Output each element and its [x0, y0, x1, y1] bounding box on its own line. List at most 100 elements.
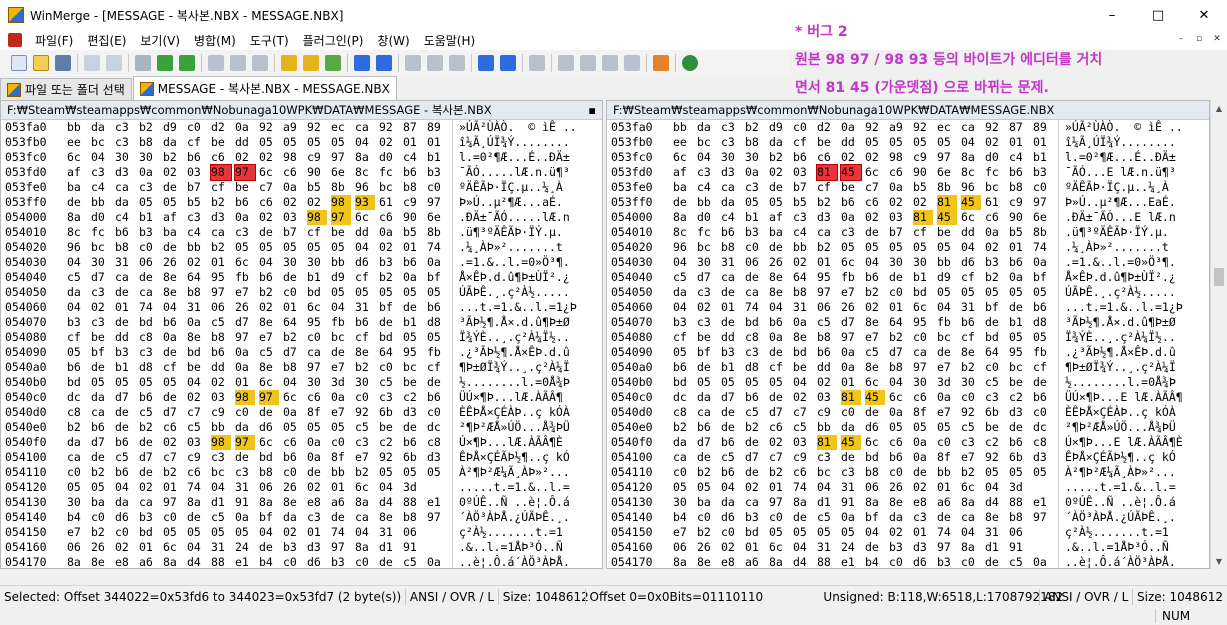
ascii-text[interactable]: ²¶Þ²ÆÅ»ÚÖ...Å¾ÞÜ	[1065, 420, 1176, 435]
hex-byte[interactable]: 05	[427, 330, 447, 345]
hex-byte[interactable]: c3	[211, 450, 231, 465]
hex-byte[interactable]: de	[769, 180, 789, 195]
ascii-text[interactable]: l.=0²¶Æ...É..ÐÄ±	[1065, 150, 1176, 165]
hex-row[interactable]: 054010 8c fc b6 b3 ba c4 ca c3 de b7 cf be dd 0a b5 8b .ü…	[607, 225, 1209, 240]
ascii-text[interactable]: ÜÚ×¶Þ...lÆ.ÀÃÂ¶	[459, 390, 563, 405]
hex-byte[interactable]: 6c	[865, 165, 885, 180]
hex-byte[interactable]: 97	[163, 495, 183, 510]
hex-byte[interactable]: d7	[841, 315, 861, 330]
hex-byte[interactable]: d9	[769, 120, 789, 135]
hex-byte[interactable]: 05	[331, 420, 351, 435]
hex-byte[interactable]: c8	[745, 330, 765, 345]
hex-row[interactable]: 053fc0 6c 04 30 30 b2 b6 c6 02 02 98 c9 97 8a d0 c4 b1 l.…	[1, 150, 602, 165]
hex-byte[interactable]: d7	[745, 450, 765, 465]
hex-byte[interactable]: ba	[697, 495, 717, 510]
hex-byte[interactable]: 06	[1009, 525, 1029, 540]
hex-byte[interactable]: 8a	[355, 540, 375, 555]
hex-byte[interactable]: 98	[889, 150, 909, 165]
hex-row[interactable]: 054110 c0 b2 b6 de b2 c6 bc c3 b8 c0 de bb b2 05 05 05 À²…	[607, 465, 1209, 480]
hex-byte[interactable]: bc	[403, 360, 423, 375]
hex-byte[interactable]: dc	[1033, 420, 1053, 435]
hex-byte[interactable]: 06	[673, 540, 693, 555]
hex-byte[interactable]: 04	[163, 300, 183, 315]
hex-byte[interactable]: b3	[1033, 165, 1053, 180]
hex-byte[interactable]: 05	[259, 240, 279, 255]
hex-byte[interactable]: bb	[331, 465, 351, 480]
hex-byte[interactable]: 04	[793, 540, 813, 555]
hex-byte[interactable]: b2	[817, 240, 837, 255]
hex-byte[interactable]: 97	[307, 360, 327, 375]
hex-byte[interactable]: e7	[259, 330, 279, 345]
hex-byte[interactable]: 91	[235, 495, 255, 510]
hex-byte[interactable]: d7	[769, 405, 789, 420]
hex-byte[interactable]: 04	[379, 480, 399, 495]
hex-byte[interactable]: 0a	[379, 225, 399, 240]
hex-byte[interactable]: b2	[769, 465, 789, 480]
hex-byte[interactable]: 90	[913, 165, 933, 180]
hex-byte[interactable]: b2	[163, 465, 183, 480]
hex-byte[interactable]: bb	[793, 240, 813, 255]
hex-byte[interactable]: 04	[355, 135, 375, 150]
ascii-text[interactable]: .....t.=1.&..l.=	[1065, 480, 1176, 495]
ascii-text[interactable]: .¼¸ÀÞ»².......t	[459, 240, 563, 255]
hex-byte[interactable]: b6	[187, 150, 207, 165]
ascii-text[interactable]: .=1.&..l.=0»Ö³¶.	[459, 255, 570, 270]
hex-byte[interactable]: b6	[91, 420, 111, 435]
hex-byte[interactable]: c5	[211, 315, 231, 330]
hex-byte[interactable]: 02	[769, 435, 789, 450]
hex-byte[interactable]: a9	[283, 120, 303, 135]
hex-byte[interactable]: c0	[283, 285, 303, 300]
hex-byte[interactable]: b6	[1009, 165, 1029, 180]
hex-byte[interactable]: de	[937, 345, 957, 360]
hex-byte[interactable]: b8	[793, 285, 813, 300]
hex-byte[interactable]: b6	[139, 390, 159, 405]
hex-byte[interactable]: 26	[697, 540, 717, 555]
hex-byte[interactable]: d6	[307, 555, 327, 568]
hex-row[interactable]: 053fa0 bb da c3 b2 d9 c0 d2 0a 92 a9 92 ec ca 92 87 89 »Ú…	[1, 120, 602, 135]
hex-byte[interactable]: 95	[307, 315, 327, 330]
hex-byte[interactable]: d2	[817, 120, 837, 135]
hex-byte[interactable]: bc	[331, 330, 351, 345]
ascii-text[interactable]: .=1.&..l.=0»Ö³¶.	[1065, 255, 1176, 270]
hex-row[interactable]: 054090 05 bf b3 c3 de bd b6 0a c5 d7 ca de 8e 64 95 fb .¿…	[1, 345, 602, 360]
hex-byte[interactable]: 31	[115, 255, 135, 270]
hex-byte[interactable]: c6	[379, 210, 399, 225]
hex-byte[interactable]: c5	[67, 270, 87, 285]
hex-byte[interactable]: 05	[793, 525, 813, 540]
hex-byte[interactable]: b5	[187, 195, 207, 210]
hex-byte[interactable]: 0a	[841, 210, 861, 225]
hex-byte[interactable]: 6c	[259, 435, 279, 450]
hex-byte[interactable]: c0	[187, 120, 207, 135]
hex-byte[interactable]: 3d	[331, 375, 351, 390]
hex-byte[interactable]: b8	[211, 330, 231, 345]
ascii-text[interactable]: Ú×¶Þ...E lÆ.ÀÃÂ¶È	[1065, 435, 1183, 450]
hex-row[interactable]: 0540e0 b2 b6 de b2 c6 c5 bb da d6 05 05 05 c5 be de dc ²¶…	[1, 420, 602, 435]
hex-row[interactable]: 0540e0 b2 b6 de b2 c6 c5 bb da d6 05 05 05 c5 be de dc ²¶…	[607, 420, 1209, 435]
hex-byte[interactable]: da	[721, 495, 741, 510]
hex-byte[interactable]: 02	[865, 300, 885, 315]
hex-byte[interactable]: de	[163, 180, 183, 195]
ascii-text[interactable]: ºÄÊÃÞ·ÏÇ.µ..¼¸À	[1065, 180, 1169, 195]
hex-byte[interactable]: b6	[403, 165, 423, 180]
hex-byte[interactable]: 02	[211, 375, 231, 390]
hex-byte[interactable]: 02	[985, 240, 1005, 255]
hex-byte[interactable]: cf	[913, 225, 933, 240]
hex-byte[interactable]: c3	[697, 285, 717, 300]
hex-byte[interactable]: 01	[283, 300, 303, 315]
hex-byte[interactable]: e8	[721, 555, 741, 568]
hex-byte[interactable]: de	[139, 465, 159, 480]
hex-byte[interactable]: 04	[961, 525, 981, 540]
hex-byte[interactable]: 05	[379, 465, 399, 480]
hex-byte[interactable]: 01	[769, 480, 789, 495]
hex-byte[interactable]: c3	[697, 165, 717, 180]
hex-byte[interactable]: 06	[259, 480, 279, 495]
hex-byte[interactable]: b3	[745, 225, 765, 240]
hex-byte[interactable]: da	[91, 120, 111, 135]
hex-byte[interactable]: 05	[307, 420, 327, 435]
hex-byte[interactable]: de	[985, 315, 1005, 330]
hex-byte[interactable]: 64	[985, 345, 1005, 360]
hex-byte[interactable]: 05	[283, 420, 303, 435]
hex-byte[interactable]: c0	[115, 525, 135, 540]
hex-byte[interactable]: bb	[817, 420, 837, 435]
next-diff-icon[interactable]	[157, 55, 173, 71]
